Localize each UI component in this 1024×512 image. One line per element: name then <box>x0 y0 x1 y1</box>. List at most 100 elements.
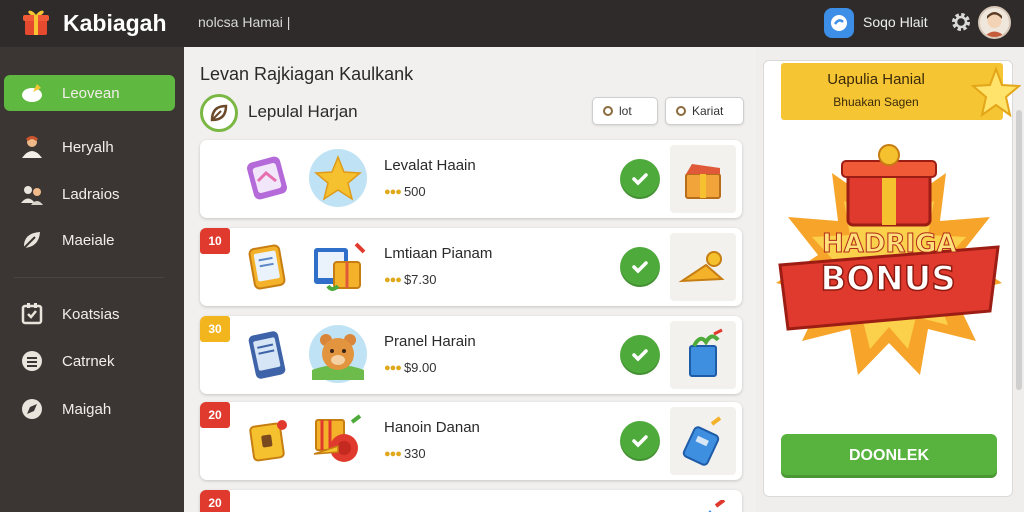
avatar[interactable] <box>978 6 1011 39</box>
check-icon <box>632 435 648 448</box>
radio-icon <box>676 106 686 116</box>
leaderboard-row[interactable]: 10 Lmtiaan Pianam ●●● $7.30 <box>200 228 742 306</box>
scrollbar[interactable] <box>1016 110 1022 390</box>
score-value: 500 <box>403 184 426 199</box>
user-name[interactable]: Soqo Hlait <box>863 14 928 30</box>
leaf-icon <box>19 227 45 253</box>
coins-icon: ●●● <box>384 361 402 374</box>
score-value: $9.00 <box>403 360 437 375</box>
gift-logo-icon <box>23 10 49 35</box>
score-value: 330 <box>403 446 426 461</box>
player-name: Lmtiaan Pianam <box>384 245 493 262</box>
check-icon <box>632 261 648 274</box>
reward-slot <box>670 321 736 389</box>
rank-badge: 20 <box>200 490 230 512</box>
sidebar-divider <box>14 277 164 278</box>
promo-header: Uapulia Hanial Bhuakan Sagen <box>781 63 1021 120</box>
rank-badge: 10 <box>200 228 230 254</box>
ticket-icon <box>682 416 722 466</box>
coins-icon: ●●● <box>384 447 402 460</box>
calendar-icon <box>19 301 45 327</box>
sidebar-item-label: Maigah <box>62 400 112 418</box>
claim-check-button[interactable] <box>620 247 660 287</box>
reward-slot <box>670 233 736 301</box>
sidebar-item-ladraios[interactable]: Ladraios <box>4 176 175 212</box>
item-gift-icon <box>308 498 368 512</box>
friends-icon <box>19 181 45 207</box>
golden-horn-icon <box>678 251 725 283</box>
user-badge-icon[interactable] <box>824 8 854 38</box>
gear-icon[interactable] <box>949 10 973 34</box>
reward-slot <box>670 145 736 213</box>
filter-label: Kariat <box>692 104 724 118</box>
search-input[interactable]: nolcsa Hamai | <box>198 14 290 30</box>
player-score: ●●● 500 <box>384 184 426 199</box>
leaderboard-panel: Levan Rajkiagan Kaulkank Lepulal Harjan … <box>184 47 756 512</box>
coins-icon: ●●● <box>384 185 402 198</box>
sidebar-item-label: Koatsias <box>62 305 120 323</box>
promo-title: Uapulia Hanial <box>827 71 925 88</box>
download-button[interactable]: DOONLEK <box>781 434 997 478</box>
rank-badge: 20 <box>200 402 230 428</box>
app-title: Kabiagah <box>63 10 167 36</box>
sidebar-item-koatsias[interactable]: Koatsias <box>4 296 175 332</box>
section-title: Lepulal Harjan <box>248 102 358 121</box>
page-title: Levan Rajkiagan Kaulkank <box>200 64 414 84</box>
filter-label: lot <box>619 104 632 118</box>
trophy-icon <box>19 80 45 106</box>
player-score: ●●● $9.00 <box>384 360 436 375</box>
notebook-icon <box>249 420 287 462</box>
smartphone-icon <box>248 331 286 379</box>
player-name: Hanoin Danan <box>384 419 480 436</box>
sidebar-item-label: Catrnek <box>62 352 115 370</box>
filter-button-lot[interactable]: lot <box>592 97 658 125</box>
treasure-box-icon <box>685 164 721 199</box>
bonus-promo-panel: Uapulia Hanial Bhuakan Sagen HADRIGA BON… <box>763 60 1021 497</box>
claim-check-button[interactable] <box>620 421 660 461</box>
sidebar-item-label: Heryalh <box>62 138 114 156</box>
compass-icon <box>19 396 45 422</box>
sidebar-item-leovean[interactable]: Leovean <box>4 75 175 111</box>
sidebar-item-label: Maeiale <box>62 231 115 249</box>
leaf-badge-icon <box>200 94 238 132</box>
player-name: Levalat Haain <box>384 157 476 174</box>
score-value: $7.30 <box>403 272 437 287</box>
leaderboard-row[interactable]: 20 <box>200 490 742 512</box>
sidebar-item-heryalh[interactable]: Heryalh <box>4 129 175 165</box>
sidebar: Leovean Heryalh Ladraios Maeiale Koatsia… <box>0 47 184 512</box>
check-icon <box>632 349 648 362</box>
star-icon <box>971 66 1021 118</box>
check-icon <box>632 173 648 186</box>
sidebar-item-maeiale[interactable]: Maeiale <box>4 222 175 258</box>
item-icon <box>240 501 294 512</box>
star-badge-icon <box>309 149 367 207</box>
top-bar: Kabiagah nolcsa Hamai | Soqo Hlait <box>0 0 1024 47</box>
promo-subtitle: Bhuakan Sagen <box>833 95 919 109</box>
sidebar-item-catrnek[interactable]: Catrnek <box>4 343 175 379</box>
player-name: Pranel Harain <box>384 333 476 350</box>
card-tablet-icon <box>247 156 287 200</box>
rank-badge: 30 <box>200 316 230 342</box>
bear-avatar-icon <box>309 325 367 383</box>
potion-box-icon <box>689 328 723 377</box>
reward-slot <box>670 407 736 475</box>
coins-icon: ●●● <box>384 273 402 286</box>
tablet-gift-icon <box>314 242 366 291</box>
claim-check-button[interactable] <box>620 335 660 375</box>
sidebar-item-maigah[interactable]: Maigah <box>4 391 175 427</box>
leaderboard-row[interactable]: 20 Hanoin Danan ●●● 330 <box>200 402 742 480</box>
trumpet-gift-icon <box>313 414 362 462</box>
sidebar-item-label: Leovean <box>62 84 120 102</box>
phone-card-icon <box>248 244 286 290</box>
player-score: ●●● $7.30 <box>384 272 436 287</box>
leaderboard-row[interactable]: 30 Pranel Harain ●●● $9.00 <box>200 316 742 394</box>
radio-icon <box>603 106 613 116</box>
claim-check-button[interactable] <box>620 159 660 199</box>
leaderboard-row[interactable]: Levalat Haain ●●● 500 <box>200 140 742 218</box>
bonus-label: BONUS <box>820 258 957 300</box>
list-icon <box>19 348 45 374</box>
filter-button-kariat[interactable]: Kariat <box>665 97 744 125</box>
bonus-title: HADRIGA <box>822 229 958 260</box>
player-score: ●●● 330 <box>384 446 426 461</box>
sidebar-item-label: Ladraios <box>62 185 120 203</box>
